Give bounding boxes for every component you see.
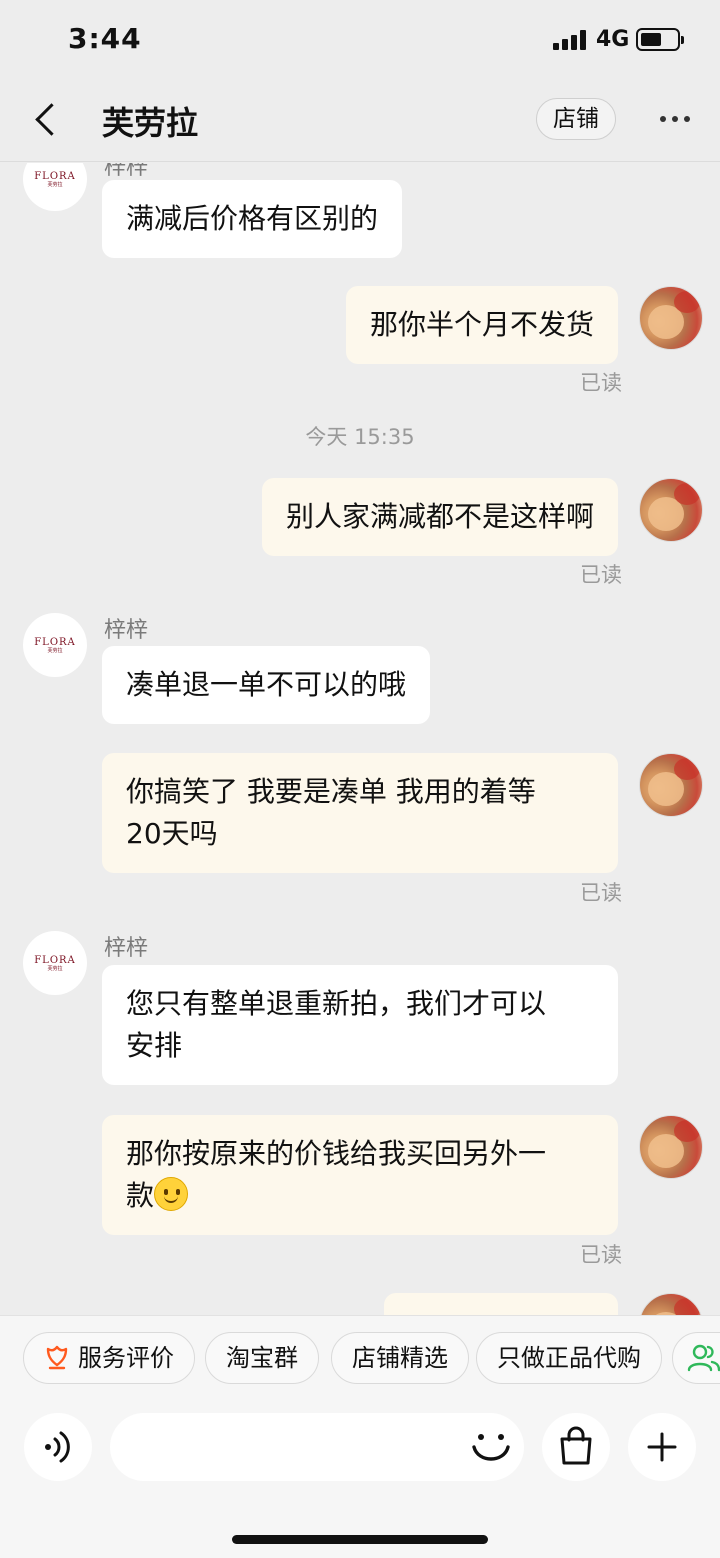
message-text: 别人家满减都不是这样啊 <box>285 500 594 533</box>
message-list[interactable]: FLORA 芙劳拉 梓梓 满减后价格有区别的 那你半个月不发货 已读 今天 15… <box>0 163 720 1315</box>
quick-action-service-review[interactable]: 服务评价 <box>23 1332 195 1384</box>
quick-action-label: 服务评价 <box>78 1344 174 1372</box>
message-bubble-outgoing[interactable]: 那你半个月不发货 <box>345 286 618 364</box>
status-bar: 3:44 4G <box>0 0 720 78</box>
emoji-button[interactable] <box>468 1423 514 1469</box>
input-bar <box>0 1401 720 1558</box>
sender-name: 梓梓 <box>104 936 149 961</box>
chat-title: 芙劳拉 <box>102 104 199 142</box>
message-bubble-incoming[interactable]: 凑单退一单不可以的哦 <box>102 646 431 724</box>
cellular-signal-icon <box>553 30 587 50</box>
quick-action-authentic-purchase[interactable]: 只做正品代购 <box>476 1332 662 1384</box>
quick-action-label: 只做正品代购 <box>497 1344 641 1372</box>
message-bubble-outgoing[interactable]: 那你按原来的价钱给我买回另外一 款 <box>102 1115 618 1235</box>
user-avatar[interactable] <box>639 1293 703 1315</box>
message-timestamp: 今天 15:35 <box>305 425 415 449</box>
quick-action-taobao-group[interactable]: 淘宝群 <box>205 1332 319 1384</box>
user-avatar[interactable] <box>639 286 703 350</box>
battery-icon <box>636 28 684 51</box>
message-bubble-incoming[interactable]: 满减后价格有区别的 <box>102 180 403 258</box>
read-status: 已读 <box>580 881 622 905</box>
message-bubble-outgoing[interactable] <box>384 1293 618 1315</box>
user-avatar[interactable] <box>639 1115 703 1179</box>
network-type: 4G <box>596 27 630 52</box>
message-text-line: 那你按原来的价钱给我买回另外一 <box>126 1137 547 1170</box>
voice-icon <box>45 1431 70 1463</box>
smiling-face-emoji-icon <box>154 1177 189 1211</box>
plus-button[interactable] <box>628 1413 696 1481</box>
message-text-line: 20天吗 <box>126 817 218 850</box>
smile-icon <box>472 1434 510 1461</box>
flora-logo: FLORA 芙劳拉 <box>34 954 76 972</box>
shop-avatar[interactable]: FLORA 芙劳拉 <box>23 163 87 211</box>
voice-button[interactable] <box>24 1413 92 1481</box>
message-bubble-outgoing[interactable]: 别人家满减都不是这样啊 <box>261 478 618 556</box>
message-text-line: 您只有整单退重新拍，我们才可以 <box>126 987 547 1020</box>
message-text-line: 你搞笑了 我要是凑单 我用的着等 <box>126 775 536 808</box>
flower-icon <box>46 1345 68 1370</box>
message-bubble-outgoing[interactable]: 你搞笑了 我要是凑单 我用的着等 20天吗 <box>102 753 618 873</box>
shopping-bag-button[interactable] <box>542 1413 610 1481</box>
people-icon <box>687 1344 720 1372</box>
user-avatar[interactable] <box>639 753 703 817</box>
message-text: 满减后价格有区别的 <box>126 202 379 235</box>
shop-avatar[interactable]: FLORA 芙劳拉 <box>23 613 87 677</box>
read-status: 已读 <box>580 563 622 587</box>
back-button[interactable] <box>20 94 70 144</box>
quick-action-bar: 服务评价 淘宝群 店铺精选 只做正品代购 <box>0 1315 720 1401</box>
quick-action-store-picks[interactable]: 店铺精选 <box>331 1332 469 1384</box>
message-input[interactable] <box>110 1413 524 1481</box>
read-status: 已读 <box>580 371 622 395</box>
sender-name: 梓梓 <box>104 618 149 643</box>
store-button[interactable]: 店铺 <box>536 98 616 140</box>
shop-avatar[interactable]: FLORA 芙劳拉 <box>23 931 87 995</box>
chat-header: 芙劳拉 店铺 <box>0 78 720 162</box>
message-text: 那你半个月不发货 <box>369 308 594 341</box>
quick-action-label: 店铺精选 <box>352 1344 448 1372</box>
flora-logo: FLORA 芙劳拉 <box>34 170 76 188</box>
message-text: 凑单退一单不可以的哦 <box>126 668 407 701</box>
quick-action-label: 淘宝群 <box>226 1344 298 1372</box>
home-indicator <box>232 1535 488 1544</box>
sender-name: 梓梓 <box>104 163 149 180</box>
more-button[interactable] <box>652 104 696 134</box>
message-text-line: 安排 <box>126 1029 183 1062</box>
user-avatar[interactable] <box>639 478 703 542</box>
plus-icon <box>647 1432 677 1462</box>
status-time: 3:44 <box>68 22 142 55</box>
flora-logo: FLORA 芙劳拉 <box>34 636 76 654</box>
quick-action-group[interactable] <box>672 1332 720 1384</box>
read-status: 已读 <box>580 1243 622 1267</box>
more-dots-icon <box>660 116 666 122</box>
shopping-bag-icon <box>560 1426 592 1465</box>
message-text-line: 款 <box>126 1179 155 1212</box>
message-bubble-incoming[interactable]: 您只有整单退重新拍，我们才可以 安排 <box>102 965 618 1085</box>
